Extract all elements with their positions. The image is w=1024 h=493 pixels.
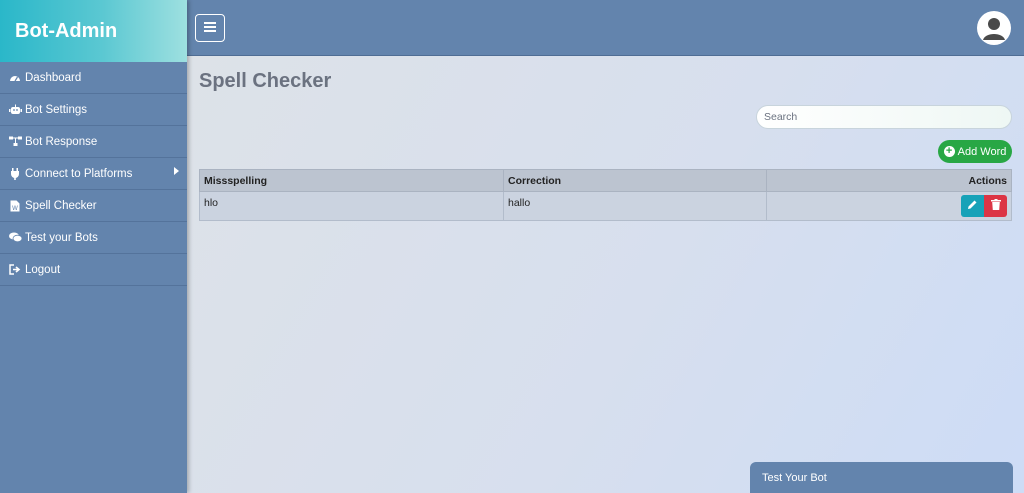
delete-button[interactable] xyxy=(984,195,1007,217)
add-word-label: Add Word xyxy=(957,145,1007,158)
sitemap-icon xyxy=(8,136,22,148)
svg-text:W: W xyxy=(12,205,18,212)
sidebar-item-label: Logout xyxy=(25,263,61,276)
brand[interactable]: Bot-Admin xyxy=(0,0,187,62)
table-header-row: Missspelling Correction Actions xyxy=(199,169,1012,192)
top-bar xyxy=(187,0,1024,56)
document-icon: W xyxy=(8,200,22,212)
table-row: hlo hallo xyxy=(199,191,1012,221)
user-icon xyxy=(977,18,1011,45)
sidebar: Bot-Admin Dashboard Bot Settings Bot Res… xyxy=(0,0,187,493)
robot-icon xyxy=(8,104,22,116)
sidebar-item-label: Spell Checker xyxy=(25,199,97,212)
caret-right-icon xyxy=(174,167,179,175)
sidebar-item-label: Dashboard xyxy=(25,71,82,84)
menu-toggle-button[interactable] xyxy=(195,14,225,42)
sidebar-item-test-bots[interactable]: Test your Bots xyxy=(0,222,187,254)
sidebar-item-label: Bot Settings xyxy=(25,103,88,116)
column-header-correction: Correction xyxy=(503,169,767,192)
column-header-misspelling: Missspelling xyxy=(199,169,504,192)
plug-icon xyxy=(8,167,22,180)
sidebar-item-dashboard[interactable]: Dashboard xyxy=(0,62,187,94)
sidebar-item-label: Test your Bots xyxy=(25,231,98,244)
avatar[interactable] xyxy=(977,11,1011,45)
main-content: Spell Checker + Add Word Missspelling Co… xyxy=(187,56,1024,493)
hamburger-icon xyxy=(204,19,216,37)
logout-icon xyxy=(8,264,22,276)
column-header-actions: Actions xyxy=(766,169,1012,192)
sidebar-item-connect-platforms[interactable]: Connect to Platforms xyxy=(0,158,187,190)
sidebar-item-bot-settings[interactable]: Bot Settings xyxy=(0,94,187,126)
search-input[interactable] xyxy=(756,105,1012,129)
pencil-icon xyxy=(967,199,978,213)
test-your-bot-widget[interactable]: Test Your Bot xyxy=(750,462,1013,493)
chat-icon xyxy=(8,232,22,244)
cell-correction: hallo xyxy=(503,191,767,221)
edit-button[interactable] xyxy=(961,195,984,217)
test-your-bot-label: Test Your Bot xyxy=(762,471,827,484)
trash-icon xyxy=(990,199,1001,213)
cell-actions xyxy=(766,191,1012,221)
sidebar-nav: Dashboard Bot Settings Bot Response Conn… xyxy=(0,62,187,286)
brand-title: Bot-Admin xyxy=(15,19,118,42)
page-title: Spell Checker xyxy=(199,70,332,92)
dashboard-icon xyxy=(8,72,22,84)
sidebar-item-bot-response[interactable]: Bot Response xyxy=(0,126,187,158)
sidebar-item-spell-checker[interactable]: W Spell Checker xyxy=(0,190,187,222)
sidebar-item-label: Bot Response xyxy=(25,135,98,148)
spell-table: Missspelling Correction Actions hlo hall… xyxy=(199,169,1012,221)
sidebar-item-logout[interactable]: Logout xyxy=(0,254,187,286)
add-word-button[interactable]: + Add Word xyxy=(938,140,1012,163)
cell-misspelling: hlo xyxy=(199,191,504,221)
plus-icon: + xyxy=(943,146,955,157)
sidebar-item-label: Connect to Platforms xyxy=(25,167,133,180)
